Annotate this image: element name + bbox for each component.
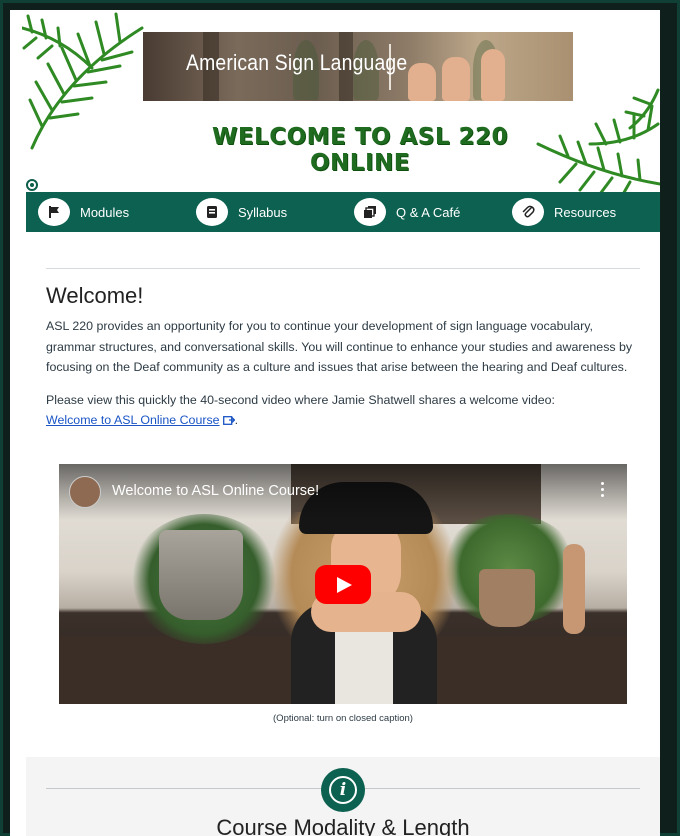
- nav-syllabus-label: Syllabus: [238, 204, 288, 220]
- course-page: American Sign Language WELCOME TO ASL 22…: [10, 10, 660, 836]
- course-welcome-heading: WELCOME TO ASL 220 ONLINE: [211, 124, 509, 176]
- nav-modules-label: Modules: [80, 204, 130, 220]
- course-intro-text: ASL 220 provides an opportunity for you …: [46, 319, 633, 374]
- paperclip-icon: [512, 198, 544, 226]
- course-banner: American Sign Language WELCOME TO ASL 22…: [22, 10, 660, 196]
- channel-avatar[interactable]: [69, 476, 101, 508]
- nav-modules[interactable]: Modules: [38, 198, 129, 226]
- asl-banner-image: American Sign Language: [143, 32, 573, 101]
- nav-resources-label: Resources: [554, 204, 617, 220]
- banner-image-title: American Sign Language: [186, 50, 408, 75]
- welcome-video-link[interactable]: Welcome to ASL Online Course: [46, 413, 235, 427]
- forum-icon: [354, 198, 386, 226]
- nav-syllabus[interactable]: Syllabus: [196, 198, 287, 226]
- nav-qa-cafe[interactable]: Q & A Café: [354, 198, 460, 226]
- course-modality-heading: Course Modality & Length: [216, 815, 470, 836]
- video-more-options-icon[interactable]: [601, 482, 605, 498]
- course-nav: Modules Syllabus Q & A Café Resources: [26, 192, 660, 232]
- syllabus-icon: [196, 198, 228, 226]
- video-link-suffix: .: [234, 413, 239, 427]
- welcome-section: Welcome! ASL 220 provides an opportunity…: [46, 268, 640, 431]
- nav-qa-cafe-label: Q & A Café: [396, 204, 461, 220]
- section-divider: [46, 268, 640, 269]
- external-link-icon: [222, 416, 235, 425]
- video-prompt-text: Please view this quickly the 40-second v…: [46, 392, 555, 407]
- welcome-video-link-text: Welcome to ASL Online Course: [46, 413, 220, 427]
- course-modality-section: i Course Modality & Length: [26, 757, 660, 836]
- flag-icon: [38, 198, 70, 226]
- nav-resources[interactable]: Resources: [512, 198, 616, 226]
- welcome-heading: Welcome!: [46, 283, 144, 308]
- info-icon: i: [321, 768, 365, 812]
- anchor-icon[interactable]: [26, 179, 38, 191]
- play-button[interactable]: [315, 565, 371, 604]
- video-prompt-paragraph: Please view this quickly the 40-second v…: [46, 390, 640, 431]
- video-title[interactable]: Welcome to ASL Online Course!: [112, 483, 319, 499]
- youtube-video-player[interactable]: Welcome to ASL Online Course!: [59, 464, 627, 704]
- video-caption: (Optional: turn on closed caption): [273, 713, 413, 724]
